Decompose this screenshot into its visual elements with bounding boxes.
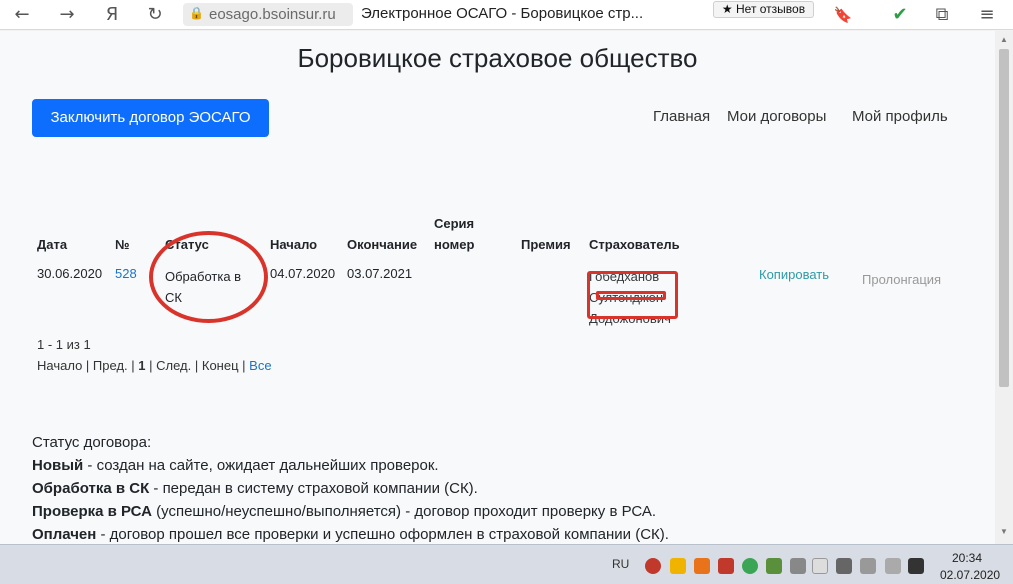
forward-icon[interactable]: →: [55, 3, 79, 27]
legend-extra: (успешно/неуспешно/выполняется): [151, 503, 402, 520]
legend-term: Новый: [32, 457, 84, 474]
copy-link[interactable]: Копировать: [759, 267, 829, 282]
pager-all[interactable]: Все: [249, 358, 271, 373]
tray-app-icon[interactable]: [645, 558, 661, 574]
col-number-header: №: [115, 237, 130, 252]
col-start-header: Начало: [270, 237, 318, 252]
col-date-header: Дата: [37, 237, 68, 252]
col-end-header: Окончание: [347, 237, 418, 252]
legend-item: Обработка в СК - передан в систему страх…: [32, 477, 669, 500]
reviews-button[interactable]: ★ Нет отзывов: [713, 1, 814, 18]
tray-monitor-icon[interactable]: [836, 558, 852, 574]
bookmark-icon[interactable]: 🔖: [831, 3, 855, 27]
status-highlight-circle: [149, 231, 268, 323]
col-premium-header: Премия: [521, 237, 571, 252]
url-text[interactable]: eosago.bsoinsur.ru: [209, 6, 336, 23]
clock-date[interactable]: 02.07.2020: [940, 568, 1000, 582]
reload-icon[interactable]: ↻: [143, 3, 167, 27]
page-title-text: Электронное ОСАГО - Боровицкое стр...: [361, 5, 644, 22]
yandex-icon[interactable]: Я: [100, 3, 124, 27]
legend-desc: - передан в систему страховой компании (…: [149, 480, 478, 497]
address-bar[interactable]: 🔒 eosago.bsoinsur.ru: [183, 3, 353, 26]
legend-desc: - договор проходит проверку в РСА.: [401, 503, 657, 520]
language-indicator[interactable]: RU: [612, 557, 629, 571]
insurer-redaction-bar: [596, 291, 666, 300]
pager: Начало | Пред. | 1 | След. | Конец | Все: [37, 358, 272, 373]
windows-taskbar: RU 20:34 02.07.2020: [0, 544, 1013, 584]
site-title: Боровицкое страховое общество: [297, 43, 698, 73]
cell-start: 04.07.2020: [270, 266, 336, 281]
page-content: Боровицкое страховое общество Заключить …: [0, 31, 995, 544]
tray-network-icon[interactable]: [885, 558, 901, 574]
tray-pdf-icon[interactable]: [718, 558, 734, 574]
tray-app-icon[interactable]: [908, 558, 924, 574]
contract-number-link[interactable]: 528: [115, 266, 137, 281]
nav-my-contracts[interactable]: Мои договоры: [727, 108, 826, 125]
legend-term: Обработка в СК: [32, 480, 150, 497]
legend-heading: Статус договора:: [32, 434, 152, 451]
col-series-header: Серия: [434, 216, 475, 231]
nav-my-profile[interactable]: Мой профиль: [852, 108, 948, 125]
page-scrollbar[interactable]: ▲ ▼: [995, 31, 1013, 544]
nav-home[interactable]: Главная: [653, 108, 710, 125]
pager-sep: |: [194, 358, 202, 373]
pager-info: 1 - 1 из 1: [37, 337, 91, 352]
pager-last[interactable]: Конец: [202, 358, 239, 373]
shield-icon[interactable]: ✔: [888, 3, 912, 27]
tray-app-icon[interactable]: [790, 558, 806, 574]
col-insurer-header: Страхователь: [589, 237, 680, 252]
legend-desc: - создан на сайте, ожидает дальнейших пр…: [83, 457, 439, 474]
cell-end: 03.07.2021: [347, 266, 413, 281]
legend-desc: - договор прошел все проверки и успешно …: [96, 526, 669, 543]
prolong-link[interactable]: Пролонгация: [862, 272, 941, 287]
pager-next[interactable]: След.: [156, 358, 191, 373]
tray-check-icon[interactable]: [742, 558, 758, 574]
legend-term: Оплачен: [32, 526, 97, 543]
lock-icon: 🔒: [189, 6, 204, 20]
tray-app-icon[interactable]: [670, 558, 686, 574]
legend-term: Проверка в РСА: [32, 503, 152, 520]
status-legend: Статус договора: Новый - создан на сайте…: [32, 431, 669, 544]
cell-date: 30.06.2020: [37, 266, 103, 281]
legend-item: Новый - создан на сайте, ожидает дальней…: [32, 454, 669, 477]
back-icon[interactable]: ←: [10, 3, 34, 27]
col-number2-header: номер: [434, 237, 475, 252]
tray-app-icon[interactable]: [766, 558, 782, 574]
scroll-up-icon[interactable]: ▲: [1000, 35, 1008, 44]
new-contract-button[interactable]: Заключить договор ЭОСАГО: [32, 99, 269, 137]
pager-prev[interactable]: Пред.: [93, 358, 128, 373]
tray-app-icon[interactable]: [694, 558, 710, 574]
pager-sep: |: [85, 358, 93, 373]
tray-flag-icon[interactable]: [812, 558, 828, 574]
pager-current: 1: [138, 358, 146, 373]
tray-volume-icon[interactable]: [860, 558, 876, 574]
scroll-down-icon[interactable]: ▼: [1000, 527, 1008, 536]
legend-item: Оплачен - договор прошел все проверки и …: [32, 523, 669, 544]
menu-icon[interactable]: ≡: [975, 3, 999, 27]
extension-icon[interactable]: ⧉: [930, 3, 954, 27]
browser-toolbar: ← → Я ↻ 🔒 eosago.bsoinsur.ru Электронное…: [0, 0, 1013, 30]
clock-time[interactable]: 20:34: [952, 551, 982, 565]
pager-first[interactable]: Начало: [37, 358, 82, 373]
legend-item: Проверка в РСА (успешно/неуспешно/выполн…: [32, 500, 669, 523]
scroll-thumb[interactable]: [999, 49, 1009, 387]
